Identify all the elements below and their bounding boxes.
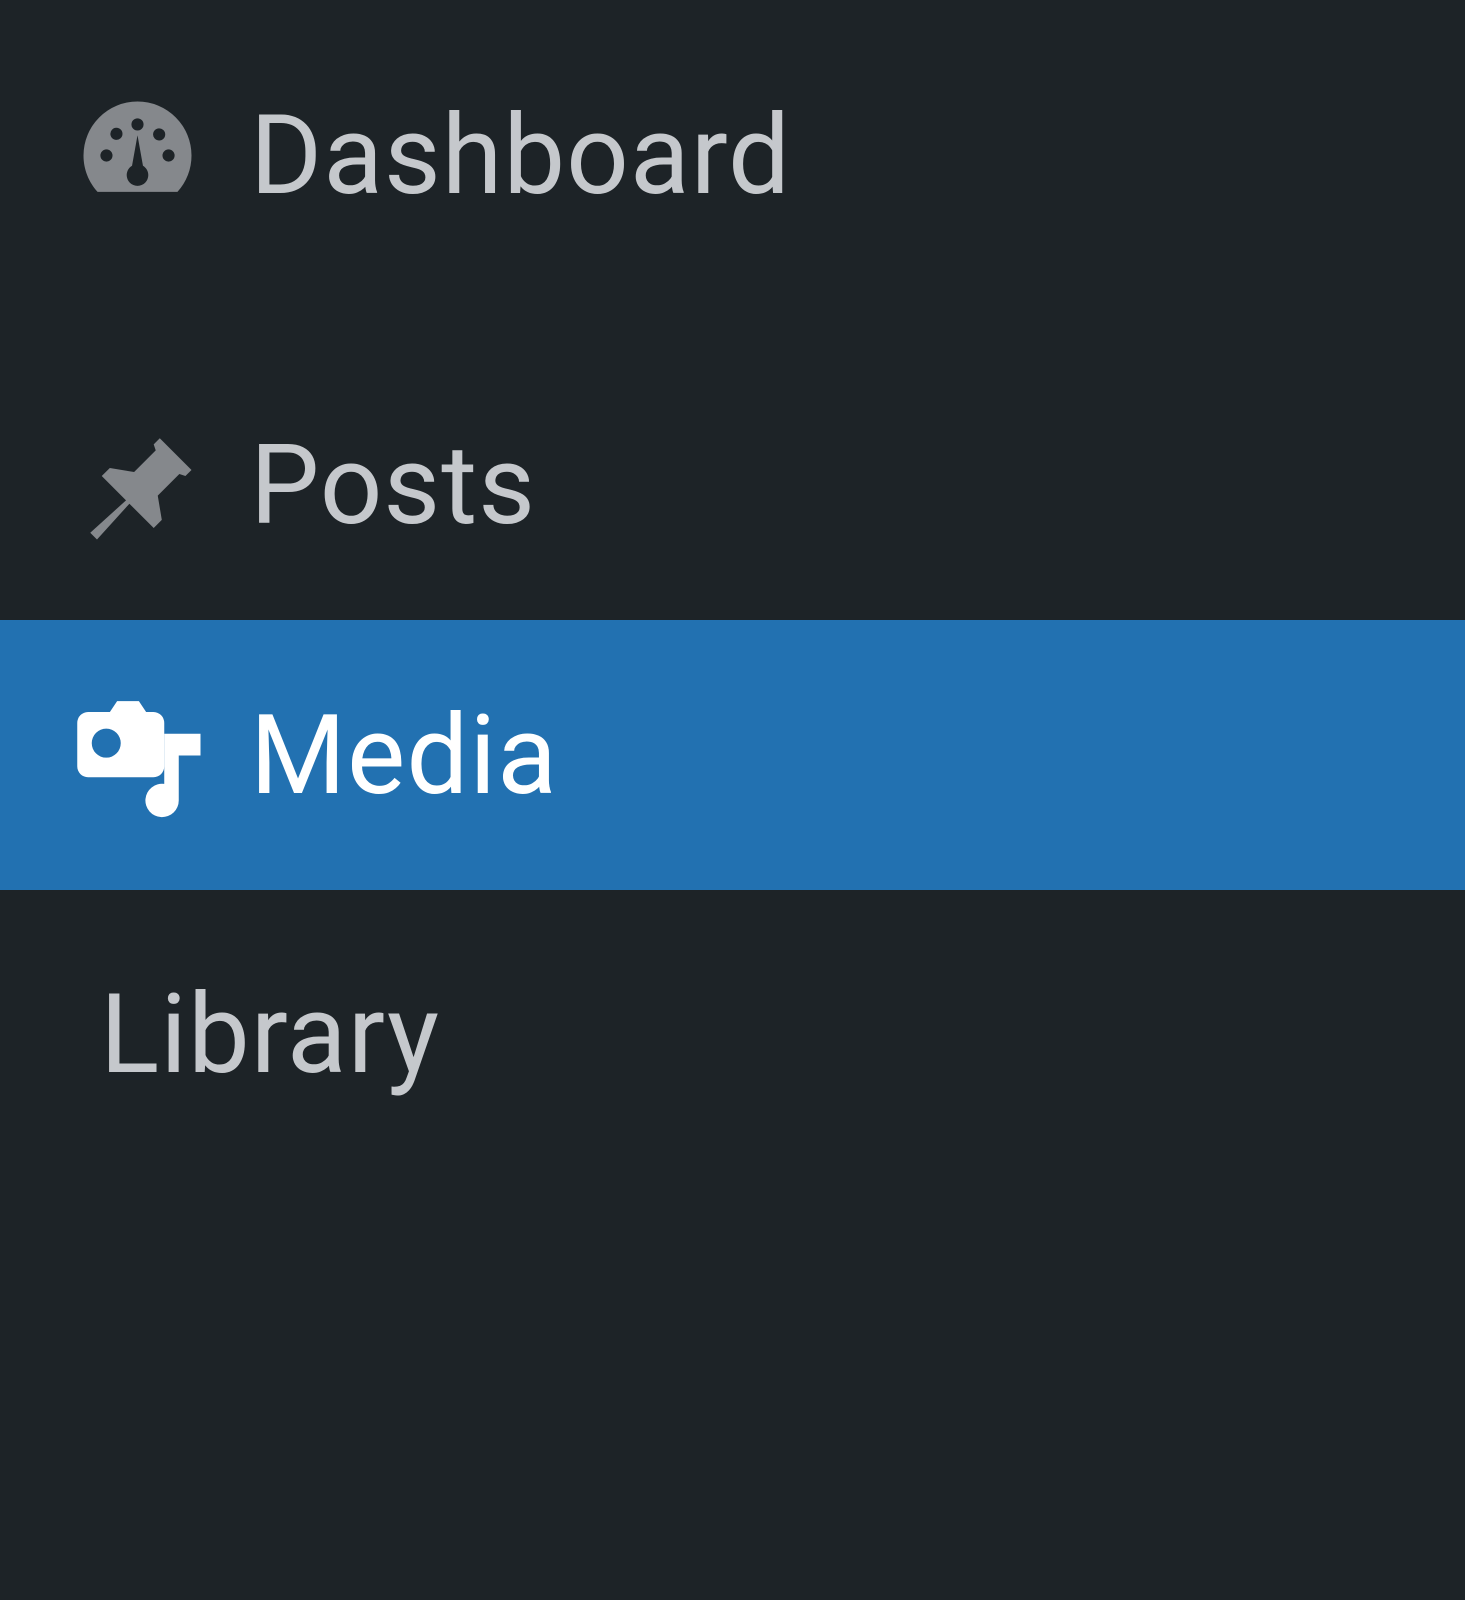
sidebar-submenu-media: Library [0, 890, 1465, 1139]
sidebar-subitem-library[interactable]: Library [100, 930, 1465, 1139]
pin-icon [70, 418, 250, 553]
sidebar-subitem-label: Library [100, 970, 440, 1099]
media-icon [70, 683, 250, 828]
sidebar-item-label: Media [250, 691, 558, 820]
menu-separator [0, 290, 1465, 350]
sidebar-item-posts[interactable]: Posts [0, 350, 1465, 620]
sidebar-item-media[interactable]: Media [0, 620, 1465, 890]
sidebar-item-label: Posts [250, 421, 536, 550]
admin-sidebar: Dashboard Posts Media Library [0, 20, 1465, 1600]
sidebar-item-label: Dashboard [250, 91, 791, 220]
dashboard-icon [70, 88, 250, 223]
sidebar-item-dashboard[interactable]: Dashboard [0, 20, 1465, 290]
